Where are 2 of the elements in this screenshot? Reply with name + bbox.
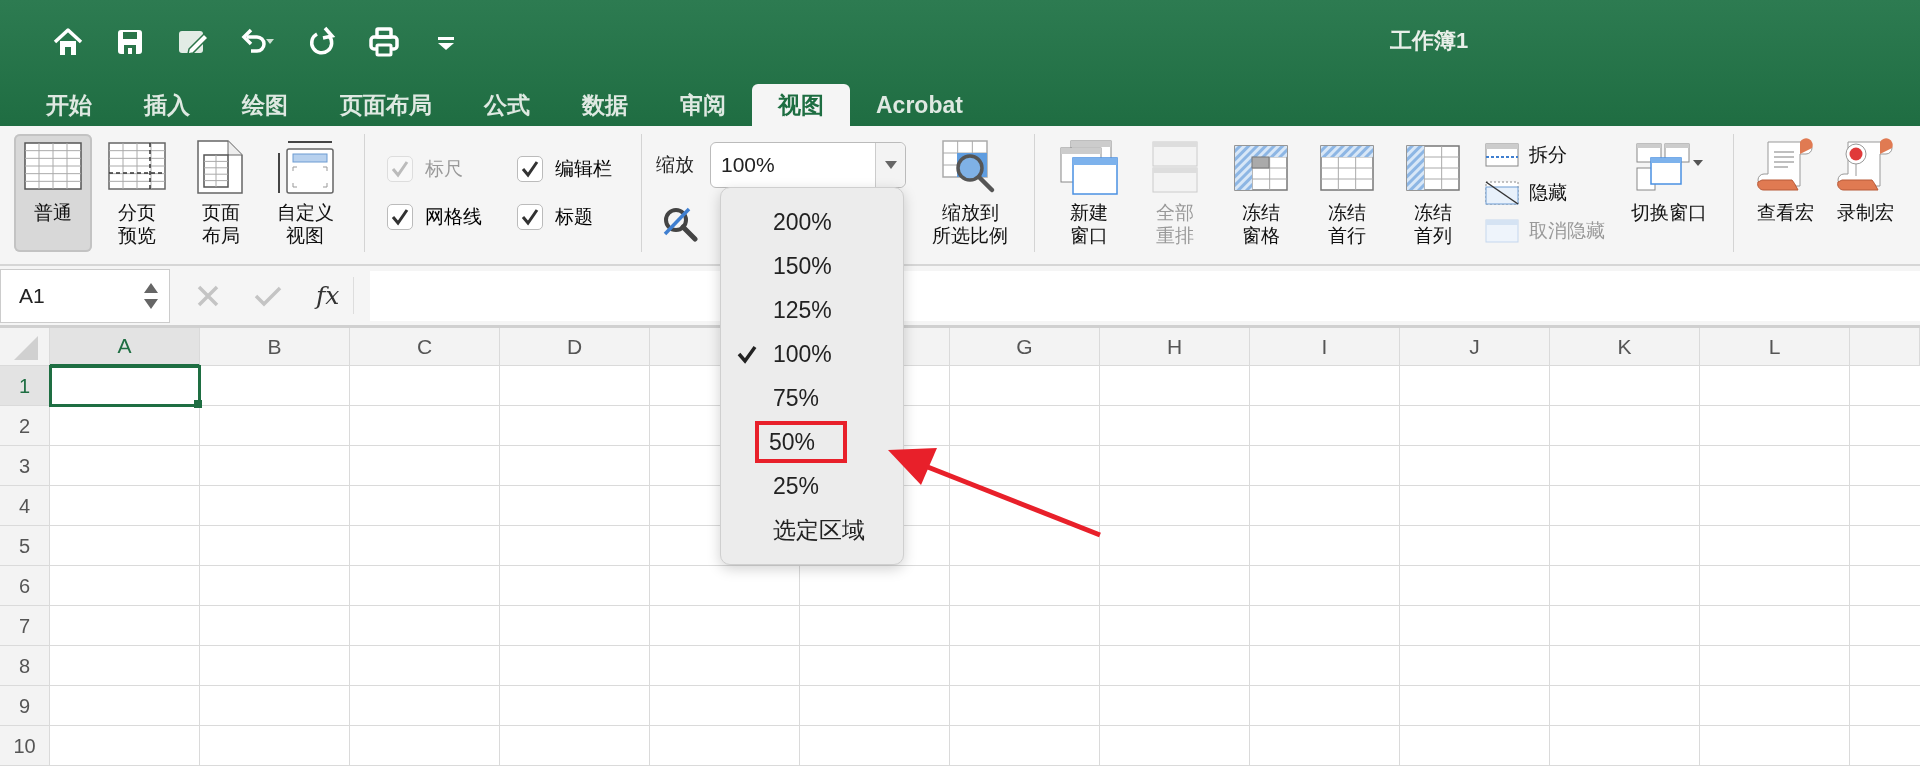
zoom-label: 缩放 xyxy=(656,152,694,177)
window-title: 工作簿1 xyxy=(1390,27,1469,55)
